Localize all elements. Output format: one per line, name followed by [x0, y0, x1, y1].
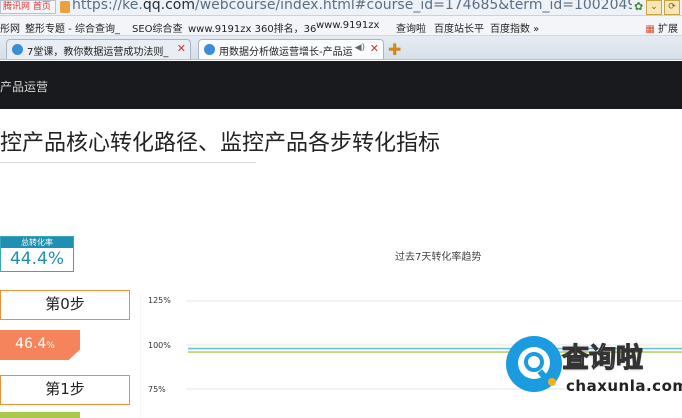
close-icon[interactable]: ✕ — [177, 42, 186, 55]
page-icon — [60, 1, 70, 13]
total-conversion-label: 总转化率 — [1, 237, 73, 248]
tab-label: 7堂课，教你数据运营成功法则_ — [27, 47, 169, 58]
bookmark-item[interactable]: 百度站长平 — [434, 20, 484, 35]
bookmarks-bar: 彤网 整形专题 - 综合查询_ SEO综合查 www.9191zx 360排名，… — [0, 16, 682, 36]
puzzle-icon: ▦ — [645, 24, 655, 35]
tab-favicon-icon — [12, 44, 23, 55]
extension-gear-icon[interactable]: ✿ — [634, 0, 643, 13]
bookmark-item[interactable]: 彤网 — [0, 20, 20, 35]
tab-active[interactable]: 用数据分析做运营增长-产品运 ◀) ✕ — [198, 39, 384, 59]
url-rest: /webcourse/index.html#course_id=174685&t… — [194, 0, 632, 13]
total-conversion-card: 总转化率 44.4% — [0, 236, 74, 272]
title-divider — [0, 162, 256, 163]
bookmark-item[interactable]: 查询啦 — [396, 20, 426, 35]
page-title: 控产品核心转化路径、监控产品各步转化指标 — [0, 131, 441, 156]
tab-strip: 7堂课，教你数据运营成功法则_ ✕ 用数据分析做运营增长-产品运 ◀) ✕ — [0, 36, 682, 60]
url-text[interactable]: https://ke.qq.com/webcourse/index.html#c… — [72, 0, 632, 16]
nav-product-ops[interactable]: 产品运营 — [0, 78, 48, 95]
bookmark-item[interactable]: SEO综合查 — [132, 20, 183, 35]
new-tab-plus-icon[interactable]: ✚ — [388, 40, 401, 59]
tab-label: 用数据分析做运营增长-产品运 — [219, 47, 353, 58]
extensions-menu[interactable]: ▦ 扩展 — [645, 20, 678, 35]
bookmark-item[interactable]: 整形专题 - 综合查询_ — [25, 20, 120, 35]
bookmark-item[interactable]: www.9191zx 360排名，36 — [188, 20, 316, 35]
site-badge[interactable]: 腾讯网 首页 — [0, 0, 56, 14]
tab-favicon-icon — [204, 44, 215, 55]
step-0-box[interactable]: 第0步 — [0, 290, 130, 320]
url-domain: qq.com — [142, 0, 195, 13]
screenshot-root: 腾讯网 首页 https://ke.qq.com/webcourse/index… — [0, 0, 682, 418]
address-bar[interactable]: 腾讯网 首页 https://ke.qq.com/webcourse/index… — [0, 0, 682, 16]
extensions-label: 扩展 — [658, 24, 678, 35]
tab-course[interactable]: 7堂课，教你数据运营成功法则_ ✕ — [6, 39, 191, 59]
watermark-en: chaxunla.com — [566, 377, 682, 395]
close-icon[interactable]: ✕ — [370, 42, 379, 55]
step-conversion-badge: 46.4% — [0, 330, 80, 360]
refresh-icon[interactable]: ⟳ — [664, 0, 680, 15]
bookmark-item[interactable]: www.9191zx — [316, 20, 379, 31]
next-step-bar — [0, 412, 80, 418]
step-conversion-value: 46.4 — [15, 336, 47, 352]
site-header: 产品运营 — [0, 61, 682, 109]
bookmark-item[interactable]: 百度指数 » — [490, 20, 539, 35]
audio-icon[interactable]: ◀) — [355, 43, 365, 53]
total-conversion-value: 44.4% — [9, 249, 64, 269]
url-prefix: https://ke. — [72, 0, 143, 13]
watermark-cn: 查询啦 — [562, 343, 644, 375]
step-1-box[interactable]: 第1步 — [0, 375, 130, 405]
step-conversion-unit: % — [46, 341, 55, 351]
dropdown-chevron-icon[interactable]: ⌄ — [646, 0, 662, 15]
watermark-logo: 查询啦 chaxunla.com — [506, 336, 682, 398]
search-logo-icon — [506, 336, 562, 392]
